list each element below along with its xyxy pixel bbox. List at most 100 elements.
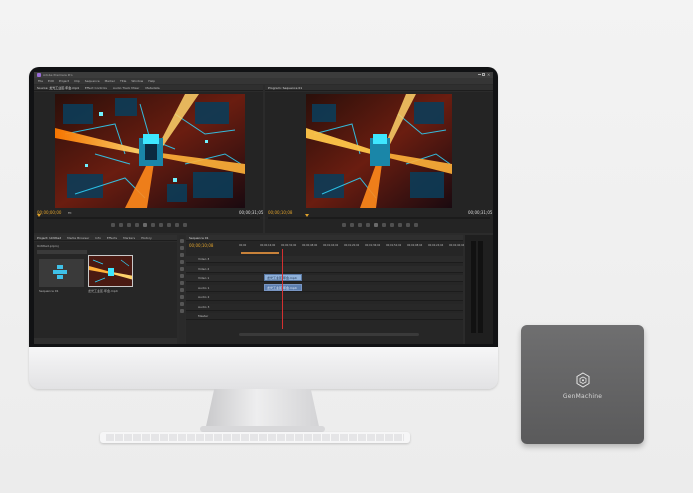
menu-project[interactable]: Project	[59, 79, 69, 83]
track-header[interactable]: Audio 2	[186, 294, 239, 300]
go-to-in-icon[interactable]	[127, 223, 131, 227]
program-scrub-bar[interactable]	[268, 217, 490, 219]
clip-thumbnail-image	[89, 256, 132, 286]
clip-thumbnail[interactable]	[88, 255, 133, 287]
menu-title[interactable]: Title	[120, 79, 126, 83]
program-monitor: 00;00;10;08 00;00;31;05	[265, 92, 493, 233]
ruler-tick-label: 00;00;48;00	[302, 244, 318, 247]
source-timecode-out: 00;00;31;05	[239, 210, 264, 215]
track-a1: Audio 1 龙光工业区·年会.mp4	[186, 283, 463, 292]
timeline-timecode[interactable]: 00;00;10;08	[189, 243, 213, 248]
program-timecode-in[interactable]: 00;00;10;08	[268, 210, 292, 215]
tab-project-5[interactable]: History	[141, 236, 152, 240]
menu-edit[interactable]: Edit	[48, 79, 54, 83]
tool-icon[interactable]	[180, 288, 184, 292]
tool-icon[interactable]	[180, 253, 184, 257]
menu-help[interactable]: Help	[148, 79, 155, 83]
close-icon[interactable]: ×	[487, 72, 490, 77]
time-ruler[interactable]: 00;00 00;00;16;00 00;00;32;00 00;00;48;00 00…	[239, 243, 464, 249]
step-forward-icon[interactable]	[382, 223, 386, 227]
sequence-thumbnail[interactable]	[39, 259, 84, 287]
keyboard	[100, 432, 410, 443]
ruler-tick-label: 00;01;04;02	[323, 244, 339, 247]
track-header[interactable]: Video 1	[186, 275, 239, 281]
tool-icon[interactable]	[180, 295, 184, 299]
menu-sequence[interactable]: Sequence	[85, 79, 100, 83]
track-name: Master	[198, 314, 209, 318]
work-area-bar[interactable]	[241, 252, 279, 254]
play-icon[interactable]	[143, 223, 147, 227]
tab-project-1[interactable]: Media Browser	[67, 236, 89, 240]
menu-bar: File Edit Project Clip Sequence Marker Title Wi…	[34, 78, 493, 84]
track-a3: Audio 3	[186, 303, 463, 311]
program-playhead[interactable]	[305, 214, 309, 217]
tool-icon[interactable]	[180, 274, 184, 278]
source-transport-controls	[74, 222, 224, 228]
video-clip[interactable]: 龙光工业区·年会.mp4	[264, 274, 302, 281]
step-back-icon[interactable]	[135, 223, 139, 227]
timeline-playhead[interactable]	[282, 249, 283, 329]
track-header[interactable]: Master	[186, 313, 239, 319]
overwrite-icon[interactable]	[175, 223, 179, 227]
monitor-bezel: Adobe Premiere Pro × File Edit Project Clip…	[29, 67, 498, 347]
tab-project-0[interactable]: Project: Untitled	[37, 236, 61, 240]
track-header[interactable]: Video 2	[186, 266, 239, 272]
tool-icon[interactable]	[180, 260, 184, 264]
tab-project-3[interactable]: Effects	[107, 236, 117, 240]
source-monitor: 00;00;00;00 Fit 00;00;31;05	[34, 92, 263, 233]
tab-project-2[interactable]: Info	[95, 236, 101, 240]
extract-icon[interactable]	[406, 223, 410, 227]
premiere-screen: Adobe Premiere Pro × File Edit Project Clip…	[34, 72, 493, 344]
maximize-icon[interactable]	[482, 73, 485, 76]
tool-icon[interactable]	[180, 281, 184, 285]
track-v1: Video 1 龙光工业区·年会.mp4	[186, 274, 463, 282]
minimize-icon[interactable]	[478, 74, 481, 75]
mark-in-icon[interactable]	[342, 223, 346, 227]
tab-effect-controls[interactable]: Effect Controls	[85, 86, 107, 90]
menu-marker[interactable]: Marker	[105, 79, 115, 83]
go-to-in-icon[interactable]	[358, 223, 362, 227]
source-playhead[interactable]	[37, 214, 41, 217]
monitor-stand	[205, 389, 320, 431]
tab-audio-mixer[interactable]: Audio Track Mixer	[113, 86, 139, 90]
export-frame-icon[interactable]	[414, 223, 418, 227]
tab-sequence[interactable]: Sequence 01	[189, 236, 209, 240]
audio-clip[interactable]: 龙光工业区·年会.mp4	[264, 283, 302, 291]
mark-out-icon[interactable]	[119, 223, 123, 227]
track-header[interactable]: Video 3	[186, 256, 239, 262]
window-controls[interactable]: ×	[478, 72, 490, 77]
tab-program[interactable]: Program: Sequence 01	[268, 86, 302, 90]
tool-icon[interactable]	[180, 239, 184, 243]
timeline-scrollbar[interactable]	[239, 333, 419, 336]
play-icon[interactable]	[374, 223, 378, 227]
track-header[interactable]: Audio 1	[186, 285, 239, 291]
timeline-tabs: Sequence 01	[186, 235, 463, 241]
source-scrub-bar[interactable]	[37, 217, 260, 219]
track-name: Video 3	[198, 257, 210, 261]
go-to-out-icon[interactable]	[390, 223, 394, 227]
export-frame-icon[interactable]	[183, 223, 187, 227]
tab-metadata[interactable]: Metadata	[145, 86, 159, 90]
tool-icon[interactable]	[180, 309, 184, 313]
source-monitor-tabs: Source: 龙光工业区·年会.mp4 Effect Controls Aud…	[34, 85, 263, 91]
mark-in-icon[interactable]	[111, 223, 115, 227]
track-name: Video 1	[198, 276, 210, 280]
tab-source[interactable]: Source: 龙光工业区·年会.mp4	[37, 86, 79, 90]
source-fit-select[interactable]: Fit	[68, 211, 72, 215]
menu-clip[interactable]: Clip	[74, 79, 80, 83]
tab-project-4[interactable]: Markers	[123, 236, 135, 240]
mark-out-icon[interactable]	[350, 223, 354, 227]
step-back-icon[interactable]	[366, 223, 370, 227]
project-search-input[interactable]	[37, 250, 87, 254]
tool-icon[interactable]	[180, 267, 184, 271]
menu-window[interactable]: Window	[131, 79, 143, 83]
tool-icon[interactable]	[180, 302, 184, 306]
go-to-out-icon[interactable]	[159, 223, 163, 227]
project-item-name: Sequence 01	[39, 289, 59, 293]
tool-icon[interactable]	[180, 246, 184, 250]
step-forward-icon[interactable]	[151, 223, 155, 227]
menu-file[interactable]: File	[38, 79, 43, 83]
track-header[interactable]: Audio 3	[186, 304, 239, 310]
insert-icon[interactable]	[167, 223, 171, 227]
lift-icon[interactable]	[398, 223, 402, 227]
